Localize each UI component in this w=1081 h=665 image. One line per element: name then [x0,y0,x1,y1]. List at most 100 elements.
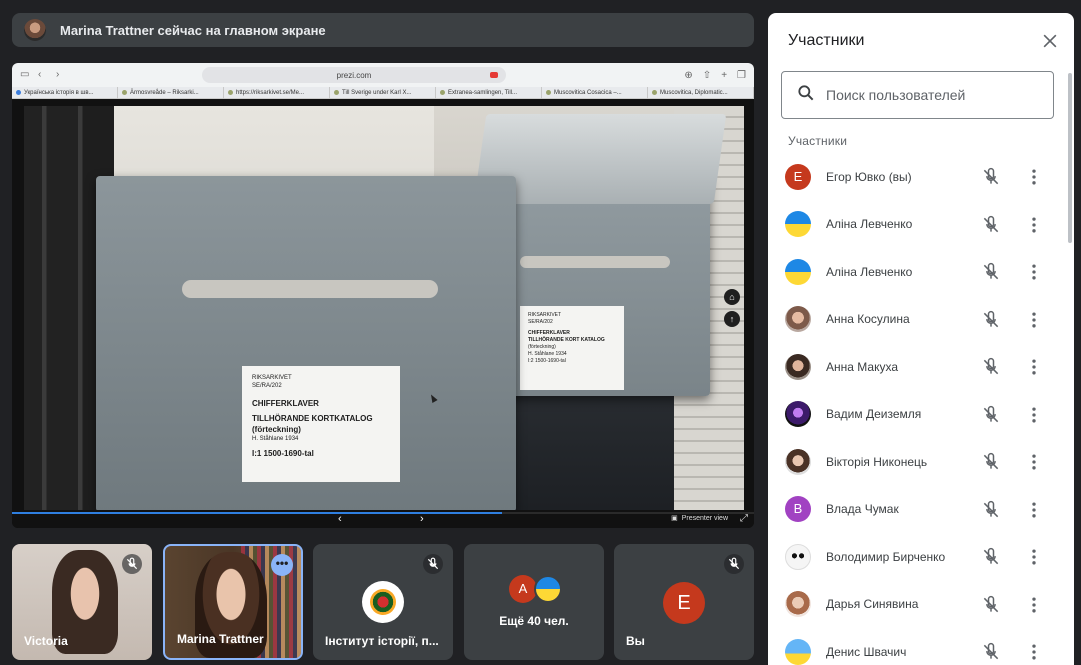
home-icon[interactable]: ⌂ [724,289,740,305]
mic-off-icon[interactable] [981,215,1001,235]
label-line: SE/RA/202 [528,319,553,325]
participant-row[interactable]: Вікторія Никонець [768,438,1074,486]
more-vert-icon[interactable] [1024,357,1044,377]
zoom-icon[interactable]: ↑ [724,311,740,327]
more-vert-icon[interactable] [1024,167,1044,187]
sidebar-icon[interactable]: ▭ [20,70,30,80]
mic-off-icon [423,554,443,574]
close-icon[interactable] [1040,31,1060,51]
browser-tabs: Українська історія в шв... Ärmosvreåde –… [12,86,754,99]
more-vert-icon[interactable] [1024,452,1044,472]
forward-icon[interactable]: › [56,70,66,80]
avatar [785,258,811,285]
presenting-text: Marina Trattner сейчас на главном экране [60,22,326,38]
mic-off-icon[interactable] [981,500,1001,520]
search-input[interactable] [826,87,1036,103]
more-vert-icon[interactable] [1024,215,1044,235]
mic-off-icon[interactable] [981,595,1001,615]
participant-row[interactable]: Аліна Левченко [768,248,1074,296]
participant-row[interactable]: E Егор Ювко (вы) [768,153,1074,201]
participant-row[interactable]: Дарья Синявина [768,581,1074,629]
presenter-view-button[interactable]: ▣ Presenter view [671,514,728,523]
more-options-icon[interactable]: ••• [271,554,293,576]
mic-off-icon[interactable] [981,262,1001,282]
label-line: H. Ståhlane 1934 [252,436,299,442]
more-vert-icon[interactable] [1024,405,1044,425]
avatar [785,211,811,238]
more-participants-tile[interactable]: A Ещё 40 чел. [464,544,604,660]
participant-list: E Егор Ювко (вы) Аліна Левченко Аліна Левче… [768,153,1074,665]
mic-off-icon[interactable] [981,405,1001,425]
mic-off-icon[interactable] [981,452,1001,472]
presentation-stage: ▭ ‹ › prezi.com ⊕ ⇧ + ❐ Українська істор… [12,63,754,528]
recording-icon [490,72,498,78]
participant-row[interactable]: Аліна Левченко [768,201,1074,249]
participant-name: Marina Trattner [177,632,264,646]
avatar [785,448,811,475]
participant-row[interactable]: Анна Макуха [768,343,1074,391]
box-slot [182,280,438,298]
more-vert-icon[interactable] [1024,262,1044,282]
label-line: CHIFFERKLAVER [252,399,319,408]
label-line: H. Ståhlane 1934 [528,351,567,357]
participant-row[interactable]: Вадим Деиземля [768,391,1074,439]
back-icon[interactable]: ‹ [38,70,48,80]
browser-tab[interactable]: Ärmosvreåde – Riksarki... [118,86,224,99]
participant-name: Вы [626,634,645,648]
mic-off-icon[interactable] [981,642,1001,662]
browser-tab[interactable]: Muscovitica, Diplomatic... [648,86,754,99]
avatar: A [509,575,537,603]
avatar: E [785,163,811,190]
more-vert-icon[interactable] [1024,595,1044,615]
participant-row[interactable]: Анна Косулина [768,296,1074,344]
mic-off-icon[interactable] [981,357,1001,377]
browser-tab[interactable]: https://riksarkivet.se/Me... [224,86,330,99]
download-icon[interactable]: ⊕ [684,70,692,81]
browser-tab[interactable]: Till Sverige under Karl X... [330,86,436,99]
participant-tile[interactable]: ••• Marina Trattner [163,544,303,660]
tabs-icon[interactable]: ❐ [737,70,746,81]
more-vert-icon[interactable] [1024,642,1044,662]
avatar [785,306,811,333]
mic-off-icon[interactable] [981,167,1001,187]
participant-row[interactable]: B Влада Чумак [768,486,1074,534]
participant-row[interactable]: Денис Швачич [768,628,1074,665]
participant-name: Victoria [24,634,68,648]
label-line: I:2 1500-1690-tal [528,358,566,364]
search-icon [796,83,816,108]
institute-logo [362,581,404,623]
avatar [785,591,811,618]
avatar [785,543,811,570]
box-slot [520,256,670,268]
label-line: TILLHÖRANDE KORT KATALOG [528,337,605,343]
fullscreen-icon[interactable]: ⤢ [740,513,748,524]
mic-off-icon[interactable] [981,547,1001,567]
search-field[interactable] [781,71,1054,119]
address-bar[interactable]: prezi.com [202,67,506,83]
mic-off-icon[interactable] [981,310,1001,330]
participant-tile[interactable]: Victoria [12,544,152,660]
presenter-view-label: Presenter view [681,514,728,522]
avatar: B [785,496,811,523]
archive-box-back: RIKSARKIVET SE/RA/202 CHIFFERKLAVER TILL… [473,114,727,396]
more-vert-icon[interactable] [1024,310,1044,330]
browser-tab[interactable]: Українська історія в шв... [12,86,118,99]
label-line: I:1 1500-1690-tal [252,449,314,458]
more-vert-icon[interactable] [1024,547,1044,567]
new-tab-icon[interactable]: + [721,70,727,81]
browser-tab[interactable]: Muscovitica Cosacica –... [542,86,648,99]
label-line: RIKSARKIVET [528,312,562,318]
self-tile[interactable]: E Вы [614,544,754,660]
box-label-back: RIKSARKIVET SE/RA/202 CHIFFERKLAVER TILL… [520,306,624,390]
label-line: SE/RA/202 [252,383,282,389]
participant-tile[interactable]: Інститут історії, п... [313,544,453,660]
participant-row[interactable]: Володимир Бирченко [768,533,1074,581]
next-slide-icon[interactable]: › [420,513,424,525]
more-vert-icon[interactable] [1024,500,1044,520]
box-label-front: RIKSARKIVET SE/RA/202 CHIFFERKLAVER TILL… [242,366,400,482]
share-icon[interactable]: ⇧ [703,70,711,81]
browser-tab[interactable]: Extranea-samlingen, Till... [436,86,542,99]
prev-slide-icon[interactable]: ‹ [338,513,342,525]
scrollbar[interactable] [1068,73,1072,243]
mic-off-icon [724,554,744,574]
